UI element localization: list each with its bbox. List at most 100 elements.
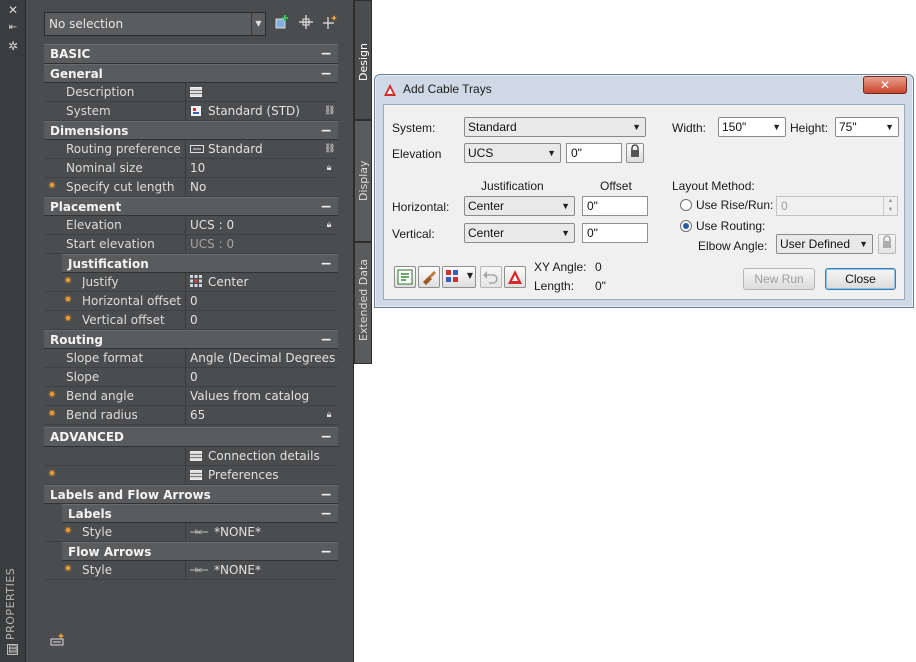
dialog-close-button[interactable]: ✕	[863, 76, 907, 94]
lock-icon[interactable]: 🔒︎	[324, 162, 334, 174]
section-placement[interactable]: Placement −	[44, 197, 338, 216]
property-value[interactable]: Values from catalog	[190, 387, 336, 405]
property-value[interactable]: bc *NONE*	[190, 561, 336, 579]
svg-text:bc: bc	[195, 529, 202, 536]
property-row-start-elevation[interactable]: Start elevation UCS : 0	[44, 235, 338, 254]
category-advanced[interactable]: ADVANCED −	[44, 427, 338, 447]
section-general[interactable]: General −	[44, 64, 338, 83]
property-value[interactable]: No	[190, 178, 336, 196]
quick-select-icon[interactable]	[320, 14, 340, 34]
collapse-icon[interactable]: −	[320, 486, 332, 504]
close-button[interactable]: Close	[825, 268, 896, 290]
new-run-button[interactable]: New Run	[743, 268, 815, 290]
property-value[interactable]: 0	[190, 311, 336, 329]
select-objects-icon[interactable]	[296, 14, 316, 34]
gear-icon[interactable]: ✲	[6, 39, 20, 53]
elbow-lock-icon[interactable]	[878, 234, 896, 254]
use-routing-radio[interactable]	[680, 220, 692, 232]
add-to-selection-icon[interactable]	[272, 14, 292, 34]
collapse-icon[interactable]: −	[320, 65, 332, 83]
property-row-labels-style[interactable]: ✷ Style bc *NONE*	[44, 523, 338, 542]
vertical-justification-dropdown[interactable]: Center ▼	[464, 223, 575, 243]
close-icon[interactable]: ✕	[6, 3, 20, 17]
section-flow-arrows[interactable]: Flow Arrows −	[62, 542, 338, 561]
add-cable-trays-dialog: Add Cable Trays ✕ System: Standard ▼ Widt…	[374, 74, 914, 308]
elevation-input[interactable]: 0"	[566, 143, 622, 163]
pick-icon[interactable]: ⛓	[324, 105, 335, 117]
property-row-bend-angle[interactable]: ✷ Bend angle Values from catalog	[44, 387, 338, 406]
property-row-slope-format[interactable]: Slope format Angle (Decimal Degrees)	[44, 349, 338, 368]
collapse-icon[interactable]: −	[320, 198, 332, 216]
quick-properties-icon[interactable]	[50, 632, 66, 646]
dialog-titlebar[interactable]: Add Cable Trays ✕	[375, 75, 913, 103]
help-icon[interactable]	[504, 266, 526, 288]
elevation-reference-dropdown[interactable]: UCS ▼	[464, 143, 561, 163]
property-value[interactable]: Connection details	[190, 447, 336, 465]
property-value[interactable]: Standard	[190, 140, 336, 158]
property-row-routing-preference[interactable]: Routing preference Standard ⛓	[44, 140, 338, 159]
property-value[interactable]: 0	[190, 368, 336, 386]
section-justification[interactable]: Justification −	[62, 254, 338, 273]
property-value[interactable]: Standard (STD)	[190, 102, 336, 120]
match-icon[interactable]	[394, 266, 416, 288]
property-row-system[interactable]: System Standard (STD) ⛓	[44, 102, 338, 121]
elbow-angle-dropdown[interactable]: User Defined ▼	[776, 234, 873, 254]
property-row-preferences[interactable]: ✷ Preferences	[44, 466, 338, 485]
rise-run-input: 0 ▲ ▼	[776, 196, 898, 216]
tab-design[interactable]: Design	[354, 0, 372, 120]
property-row-vertical-offset[interactable]: ✷ Vertical offset 0	[44, 311, 338, 330]
lock-icon[interactable]: 🔒︎	[324, 409, 334, 421]
property-row-bend-radius[interactable]: ✷ Bend radius 65 🔒︎	[44, 406, 338, 425]
property-value[interactable]: bc *NONE*	[190, 523, 336, 541]
horizontal-justification-dropdown[interactable]: Center ▼	[464, 196, 575, 216]
property-value[interactable]: 0	[190, 292, 336, 310]
property-row-slope[interactable]: Slope 0	[44, 368, 338, 387]
property-row-elevation[interactable]: Elevation UCS : 0 🔒︎	[44, 216, 338, 235]
collapse-icon[interactable]: −	[320, 331, 332, 349]
property-value[interactable]: Center	[190, 273, 336, 291]
property-value[interactable]: Preferences	[190, 466, 336, 484]
collapse-icon[interactable]: −	[320, 543, 332, 561]
section-labels[interactable]: Labels −	[62, 504, 338, 523]
lock-icon[interactable]	[626, 143, 644, 163]
property-row-connection-details[interactable]: Connection details	[44, 447, 338, 466]
vertical-offset-input[interactable]: 0"	[582, 223, 648, 243]
property-row-justify[interactable]: ✷ Justify Center	[44, 273, 338, 292]
lock-icon[interactable]: 🔒︎	[324, 219, 334, 231]
property-row-flow-style[interactable]: ✷ Style bc *NONE*	[44, 561, 338, 580]
use-rise-run-radio[interactable]	[680, 199, 692, 211]
system-dropdown[interactable]: Standard ▼	[464, 117, 646, 137]
collapse-icon[interactable]: −	[320, 122, 332, 140]
property-value[interactable]: UCS : 0	[190, 216, 336, 234]
height-dropdown[interactable]: 75" ▼	[835, 117, 899, 137]
palette-menu-icon[interactable]: ▤	[7, 644, 18, 655]
property-row-description[interactable]: Description	[44, 83, 338, 102]
property-row-horizontal-offset[interactable]: ✷ Horizontal offset 0	[44, 292, 338, 311]
property-value[interactable]	[190, 83, 336, 101]
system-options-dropdown[interactable]: ▼	[442, 266, 476, 288]
section-labels-flow-arrows[interactable]: Labels and Flow Arrows −	[44, 485, 338, 504]
collapse-icon[interactable]: −	[320, 45, 332, 63]
pick-icon[interactable]: ⛓	[324, 143, 335, 155]
tab-extended-data[interactable]: Extended Data	[354, 242, 372, 364]
property-row-specify-cut-length[interactable]: ✷ Specify cut length No	[44, 178, 338, 197]
property-value[interactable]: 65	[190, 406, 336, 424]
property-value[interactable]: Angle (Decimal Degrees)	[190, 349, 336, 367]
property-value[interactable]: 10	[190, 159, 336, 177]
width-dropdown[interactable]: 150" ▼	[718, 117, 786, 137]
collapse-icon[interactable]: −	[320, 255, 332, 273]
selection-dropdown[interactable]: No selection ▼	[44, 12, 266, 36]
autohide-icon[interactable]: ⇤	[6, 21, 20, 35]
tab-display[interactable]: Display	[354, 120, 372, 242]
category-basic[interactable]: BASIC −	[44, 44, 338, 64]
section-routing[interactable]: Routing −	[44, 330, 338, 349]
undo-icon[interactable]	[480, 266, 502, 288]
paint-brush-icon[interactable]	[418, 266, 440, 288]
property-row-nominal-size[interactable]: Nominal size 10 🔒︎	[44, 159, 338, 178]
horizontal-offset-input[interactable]: 0"	[582, 196, 648, 216]
palette-title: PROPERTIES	[4, 567, 17, 640]
collapse-icon[interactable]: −	[320, 428, 332, 446]
collapse-icon[interactable]: −	[320, 505, 332, 523]
section-dimensions[interactable]: Dimensions −	[44, 121, 338, 140]
palette-titlebar[interactable]: ✕ ⇤ ✲ PROPERTIES ▤	[0, 0, 26, 662]
